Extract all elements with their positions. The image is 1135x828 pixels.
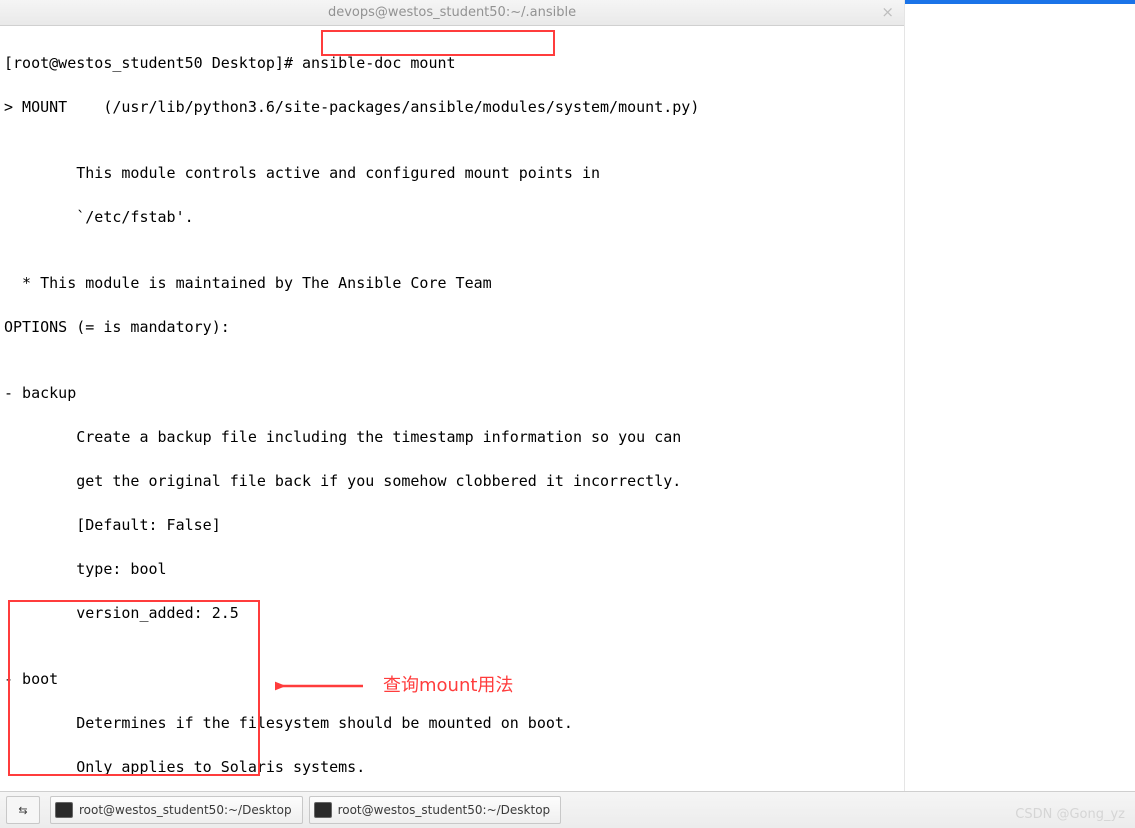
- right-panel: [905, 0, 1135, 785]
- watermark-text: CSDN @Gong_yz: [1015, 807, 1125, 822]
- output-line: - backup: [4, 382, 904, 404]
- terminal-window: devops@westos_student50:~/.ansible × [ro…: [0, 0, 905, 828]
- window-title: devops@westos_student50:~/.ansible: [328, 5, 576, 20]
- output-line: This module controls active and configur…: [4, 162, 904, 184]
- taskbar-sys-button[interactable]: ⇆: [6, 796, 40, 824]
- output-line: Create a backup file including the times…: [4, 426, 904, 448]
- command-text: ansible-doc mount: [302, 54, 456, 72]
- output-line: > MOUNT (/usr/lib/python3.6/site-package…: [4, 96, 904, 118]
- output-line: version_added: 2.5: [4, 602, 904, 624]
- close-icon[interactable]: ×: [881, 3, 894, 21]
- output-line: [Default: False]: [4, 514, 904, 536]
- output-line: - boot: [4, 668, 904, 690]
- output-line: Determines if the filesystem should be m…: [4, 712, 904, 734]
- taskbar-item-label: root@westos_student50:~/Desktop: [79, 803, 292, 817]
- output-line: type: bool: [4, 558, 904, 580]
- titlebar[interactable]: devops@westos_student50:~/.ansible ×: [0, 0, 904, 26]
- output-line: * This module is maintained by The Ansib…: [4, 272, 904, 294]
- taskbar-item[interactable]: root@westos_student50:~/Desktop: [50, 796, 303, 824]
- terminal-content[interactable]: [root@westos_student50 Desktop]# ansible…: [0, 26, 904, 828]
- output-line: Only applies to Solaris systems.: [4, 756, 904, 778]
- terminal-icon: [314, 802, 332, 818]
- prompt-text: [root@westos_student50 Desktop]#: [4, 54, 302, 72]
- terminal-icon: [55, 802, 73, 818]
- taskbar: ⇆ root@westos_student50:~/Desktop root@w…: [0, 791, 1135, 828]
- output-line: get the original file back if you someho…: [4, 470, 904, 492]
- output-line: OPTIONS (= is mandatory):: [4, 316, 904, 338]
- output-line: `/etc/fstab'.: [4, 206, 904, 228]
- show-desktop-icon: ⇆: [18, 804, 27, 817]
- taskbar-item[interactable]: root@westos_student50:~/Desktop: [309, 796, 562, 824]
- taskbar-item-label: root@westos_student50:~/Desktop: [338, 803, 551, 817]
